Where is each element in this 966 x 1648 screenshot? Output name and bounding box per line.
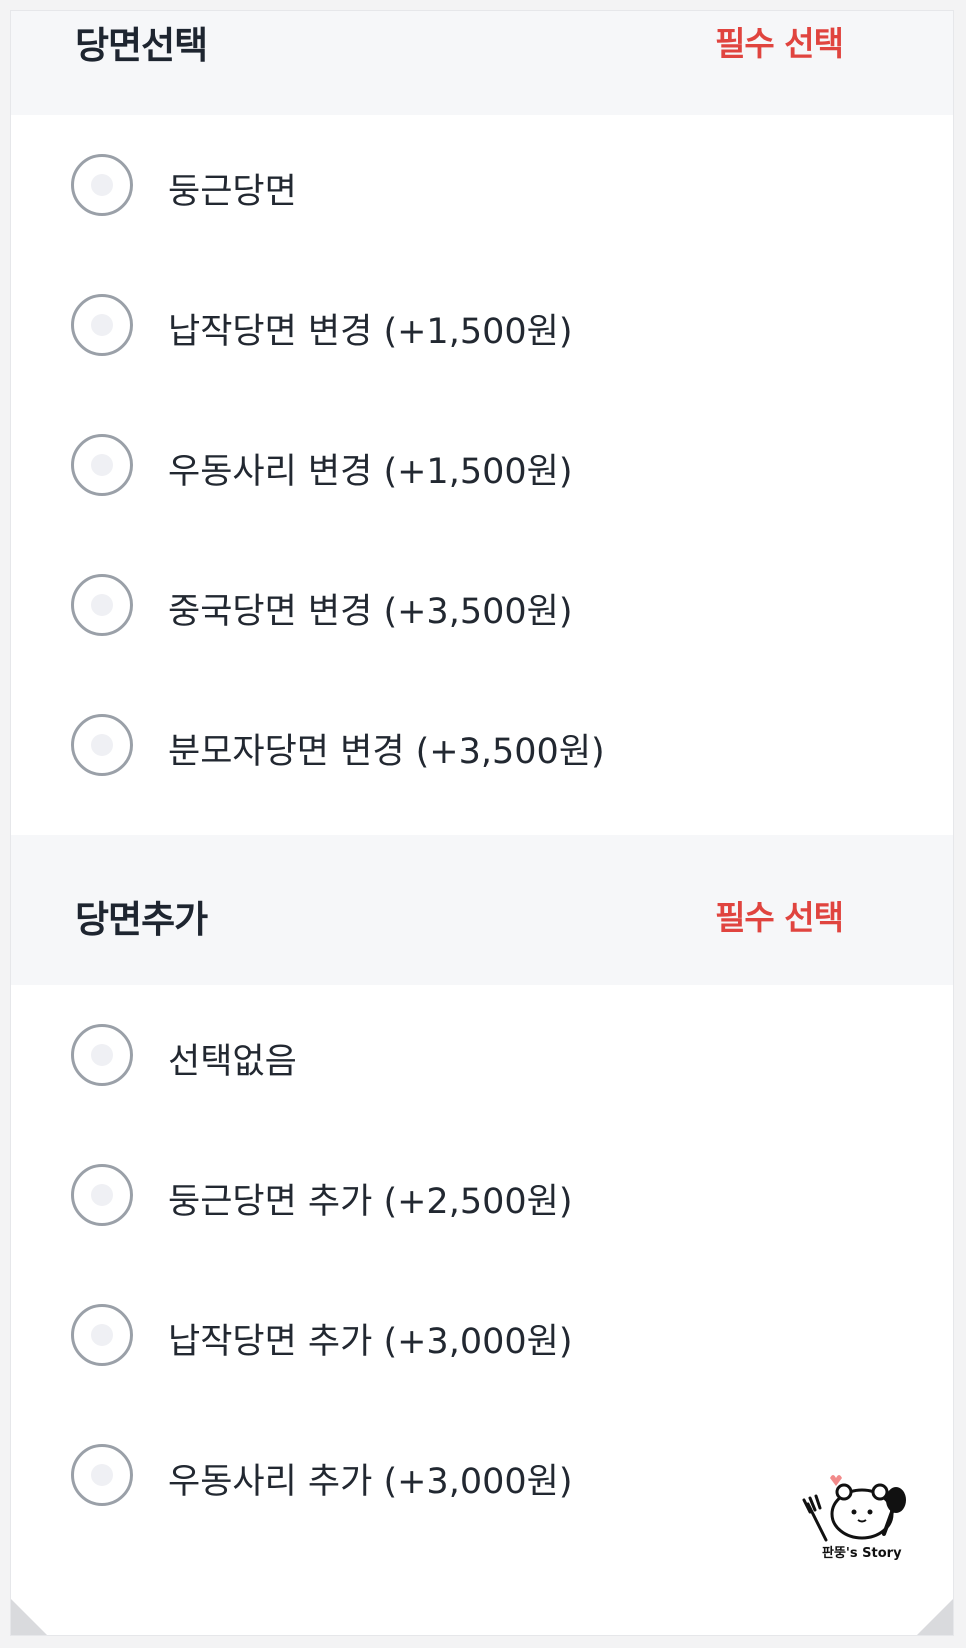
option-label: 우동사리 추가 (+3,000원) bbox=[168, 1462, 573, 1502]
required-badge: 필수 선택 bbox=[715, 898, 844, 937]
section-title: 당면선택 bbox=[75, 24, 208, 67]
option-flat-noodle-add[interactable]: 납작당면 추가 (+3,000원) bbox=[11, 1287, 953, 1387]
option-label: 분모자당면 변경 (+3,500원) bbox=[168, 732, 605, 772]
section-title: 당면추가 bbox=[75, 898, 208, 941]
option-round-noodle[interactable]: 둥근당면 bbox=[11, 137, 953, 237]
option-bunmoja-change[interactable]: 분모자당면 변경 (+3,500원) bbox=[11, 697, 953, 797]
section-header-noodle-select: 당면선택 필수 선택 bbox=[11, 11, 953, 115]
radio-button[interactable] bbox=[71, 1024, 133, 1086]
option-round-noodle-add[interactable]: 둥근당면 추가 (+2,500원) bbox=[11, 1147, 953, 1247]
option-label: 납작당면 추가 (+3,000원) bbox=[168, 1322, 573, 1362]
radio-button[interactable] bbox=[71, 294, 133, 356]
option-none[interactable]: 선택없음 bbox=[11, 1007, 953, 1107]
radio-button[interactable] bbox=[71, 434, 133, 496]
option-label: 둥근당면 bbox=[168, 172, 297, 212]
required-badge: 필수 선택 bbox=[715, 24, 844, 63]
option-card: 당면선택 필수 선택 둥근당면 납작당면 변경 (+1,500원) 우동사리 변… bbox=[10, 10, 954, 1636]
option-label: 둥근당면 추가 (+2,500원) bbox=[168, 1182, 573, 1222]
watermark-text: 판뚱's Story bbox=[822, 1546, 902, 1561]
option-label: 납작당면 변경 (+1,500원) bbox=[168, 312, 573, 352]
corner-fold bbox=[917, 1599, 953, 1635]
radio-button[interactable] bbox=[71, 1444, 133, 1506]
radio-button[interactable] bbox=[71, 154, 133, 216]
radio-button[interactable] bbox=[71, 1304, 133, 1366]
option-label: 중국당면 변경 (+3,500원) bbox=[168, 592, 573, 632]
radio-button[interactable] bbox=[71, 574, 133, 636]
option-label: 선택없음 bbox=[168, 1042, 297, 1082]
section-header-noodle-add: 당면추가 필수 선택 bbox=[11, 835, 953, 985]
option-label: 우동사리 변경 (+1,500원) bbox=[168, 452, 573, 492]
radio-button[interactable] bbox=[71, 714, 133, 776]
option-chinese-noodle-change[interactable]: 중국당면 변경 (+3,500원) bbox=[11, 557, 953, 657]
corner-fold bbox=[11, 1599, 47, 1635]
radio-button[interactable] bbox=[71, 1164, 133, 1226]
watermark-mascot-icon bbox=[802, 1475, 906, 1542]
option-udon-change[interactable]: 우동사리 변경 (+1,500원) bbox=[11, 417, 953, 517]
option-flat-noodle-change[interactable]: 납작당면 변경 (+1,500원) bbox=[11, 277, 953, 377]
